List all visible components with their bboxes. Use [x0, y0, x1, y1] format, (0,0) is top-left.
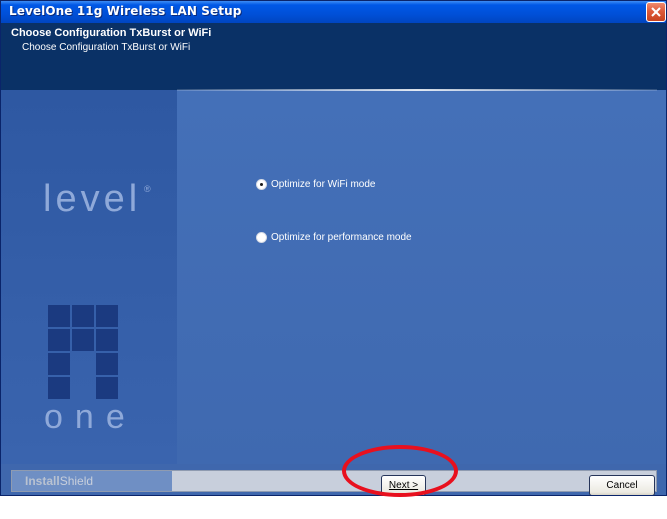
next-button-highlight-ring: [342, 445, 458, 497]
option-wifi-mode-label[interactable]: Optimize for WiFi mode: [271, 179, 375, 190]
button-bar: InstallShield Next > Cancel: [1, 464, 666, 495]
close-icon: [651, 7, 661, 17]
setup-window: LevelOne 11g Wireless LAN Setup Choose C…: [0, 0, 667, 496]
dialog-header: Choose Configuration TxBurst or WiFi Cho…: [1, 23, 666, 90]
header-title: Choose Configuration TxBurst or WiFi: [11, 27, 212, 39]
cancel-button[interactable]: Cancel: [589, 475, 655, 495]
radio-performance-mode[interactable]: [256, 232, 267, 243]
logo-registered-mark: ®: [144, 184, 151, 194]
option-performance-mode-label[interactable]: Optimize for performance mode: [271, 232, 412, 243]
branding-panel: level ® one: [1, 90, 177, 464]
logo-one-text: one: [44, 398, 137, 436]
installshield-light: Shield: [59, 474, 94, 488]
title-bar: LevelOne 11g Wireless LAN Setup: [1, 1, 666, 23]
radio-wifi-mode[interactable]: [256, 179, 267, 190]
options-panel: [177, 90, 666, 464]
installshield-brand: InstallShield: [25, 474, 93, 488]
dialog-content: level ® one: [1, 90, 666, 464]
header-subtitle: Choose Configuration TxBurst or WiFi: [22, 42, 191, 53]
installshield-bold: Install: [25, 474, 60, 488]
window-title: LevelOne 11g Wireless LAN Setup: [9, 4, 242, 18]
option-performance-mode[interactable]: Optimize for performance mode: [256, 232, 412, 243]
logo-level-text: level: [43, 178, 142, 220]
header-divider: [177, 89, 657, 91]
close-button[interactable]: [646, 2, 666, 22]
option-wifi-mode[interactable]: Optimize for WiFi mode: [256, 179, 375, 190]
